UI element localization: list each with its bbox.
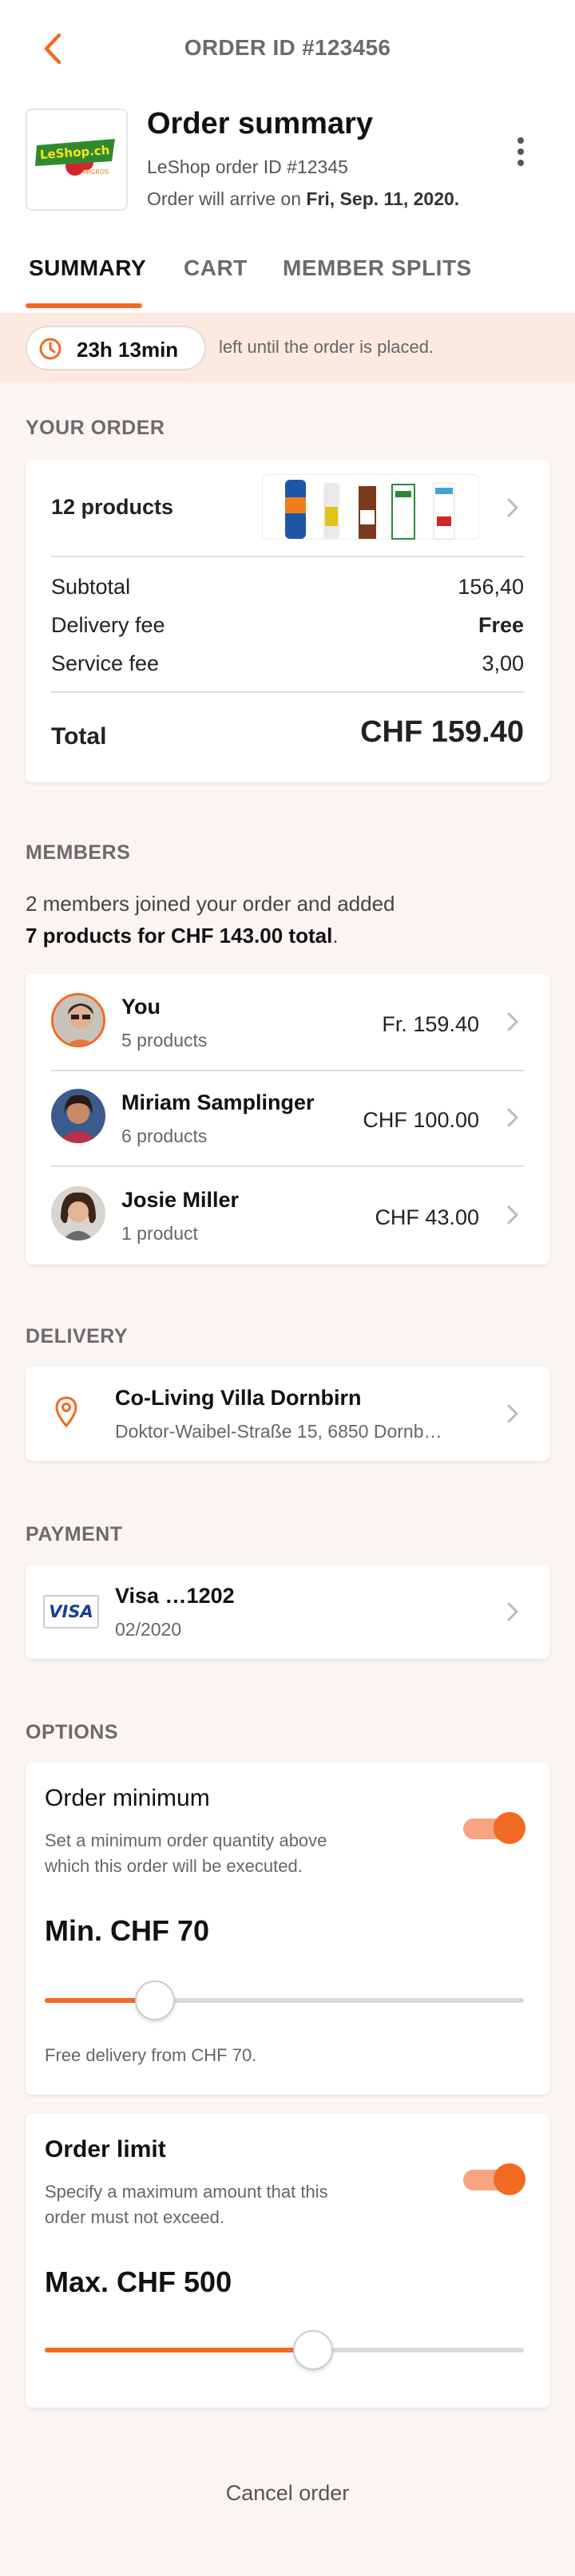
your-order-heading: YOUR ORDER bbox=[26, 417, 165, 439]
chevron-right-icon bbox=[507, 1108, 518, 1127]
visa-icon: VISA bbox=[43, 1595, 99, 1628]
divider bbox=[51, 556, 524, 557]
tab-bar: SUMMARY CART MEMBER SPLITS bbox=[0, 239, 575, 313]
slider-thumb[interactable] bbox=[293, 2330, 333, 2370]
chevron-right-icon bbox=[507, 1012, 518, 1031]
members-summary: 2 members joined your order and added 7 … bbox=[26, 888, 549, 952]
location-pin-icon bbox=[55, 1396, 77, 1428]
delivery-location-name: Co-Living Villa Dornbirn bbox=[115, 1386, 362, 1410]
order-minimum-description-line: which this order will be executed. bbox=[45, 1856, 303, 1876]
members-heading: MEMBERS bbox=[26, 841, 131, 864]
avatar bbox=[51, 1089, 105, 1143]
divider bbox=[51, 691, 524, 693]
clock-icon bbox=[39, 338, 61, 360]
svg-text:MIGROS: MIGROS bbox=[83, 168, 109, 176]
order-minimum-title: Order minimum bbox=[45, 1785, 210, 1811]
delivery-address: Doktor-Waibel-Straße 15, 6850 Dornb… bbox=[115, 1421, 442, 1442]
active-tab-indicator bbox=[26, 303, 142, 308]
member-row-miriam[interactable]: Miriam Samplinger 6 products CHF 100.00 bbox=[26, 1071, 549, 1165]
order-limit-toggle[interactable] bbox=[463, 2163, 525, 2195]
total-label: Total bbox=[51, 723, 107, 750]
delivery-fee-value: Free bbox=[478, 613, 524, 637]
arrival-info: Order will arrive on Fri, Sep. 11, 2020. bbox=[147, 188, 459, 210]
avatar bbox=[51, 1186, 105, 1241]
options-heading: OPTIONS bbox=[26, 1721, 119, 1743]
member-row-you[interactable]: You 5 products Fr. 159.40 bbox=[26, 974, 549, 1070]
order-minimum-card: Order minimum Set a minimum order quanti… bbox=[26, 1763, 549, 2095]
members-card: You 5 products Fr. 159.40 Miriam Samplin… bbox=[26, 974, 549, 1264]
order-card: 12 products Subtotal 156,40 Delivery fee… bbox=[26, 460, 549, 782]
tab-cart[interactable]: CART bbox=[184, 255, 248, 281]
slider-fill bbox=[45, 2348, 313, 2352]
order-limit-slider[interactable] bbox=[45, 2328, 524, 2372]
member-name: Miriam Samplinger bbox=[121, 1090, 315, 1114]
member-amount: CHF 43.00 bbox=[375, 1205, 479, 1229]
total-value: CHF 159.40 bbox=[360, 715, 524, 749]
timer-pill: 23h 13min bbox=[26, 326, 206, 370]
avatar bbox=[51, 993, 105, 1047]
delivery-card[interactable]: Co-Living Villa Dornbirn Doktor-Waibel-S… bbox=[26, 1367, 549, 1461]
chevron-right-icon bbox=[507, 1404, 518, 1423]
order-minimum-description: Set a minimum order quantity above which… bbox=[45, 1828, 396, 1879]
order-limit-title: Order limit bbox=[45, 2136, 166, 2162]
order-id-title: ORDER ID #123456 bbox=[184, 35, 391, 60]
order-minimum-slider[interactable] bbox=[45, 1978, 524, 2023]
order-limit-description-line: Specify a maximum amount that this bbox=[45, 2182, 328, 2202]
product-thumbnails bbox=[262, 474, 479, 540]
member-amount: CHF 100.00 bbox=[363, 1108, 479, 1132]
service-fee-label: Service fee bbox=[51, 651, 160, 675]
member-products: 1 product bbox=[121, 1223, 198, 1244]
chevron-right-icon bbox=[507, 1205, 518, 1225]
chevron-right-icon bbox=[507, 498, 518, 517]
member-amount: Fr. 159.40 bbox=[382, 1012, 479, 1036]
more-vertical-icon bbox=[518, 137, 524, 166]
shop-order-id: LeShop order ID #12345 bbox=[147, 156, 348, 177]
order-minimum-description-line: Set a minimum order quantity above bbox=[45, 1830, 327, 1850]
order-minimum-value: Min. CHF 70 bbox=[45, 1914, 210, 1947]
members-summary-line: 2 members joined your order and added bbox=[26, 892, 395, 916]
timer-value: 23h 13min bbox=[77, 338, 179, 362]
order-minimum-note: Free delivery from CHF 70. bbox=[45, 2045, 257, 2065]
subtotal-value: 156,40 bbox=[458, 575, 524, 599]
shop-logo: LeShop.ch MIGROS bbox=[26, 109, 128, 211]
members-summary-total: 7 products for CHF 143.00 total bbox=[26, 924, 333, 948]
tab-member-splits[interactable]: MEMBER SPLITS bbox=[283, 255, 472, 281]
arrival-date: Fri, Sep. 11, 2020. bbox=[306, 188, 460, 209]
timer-banner: 23h 13min left until the order is placed… bbox=[0, 313, 575, 383]
order-header: LeShop.ch MIGROS Order summary LeShop or… bbox=[0, 99, 575, 227]
member-products: 6 products bbox=[121, 1126, 208, 1146]
order-minimum-toggle[interactable] bbox=[463, 1812, 525, 1844]
delivery-fee-label: Delivery fee bbox=[51, 613, 165, 637]
order-limit-description: Specify a maximum amount that this order… bbox=[45, 2179, 396, 2230]
cancel-order-button[interactable]: Cancel order bbox=[0, 2481, 575, 2506]
page-title: Order summary bbox=[147, 107, 374, 140]
order-limit-card: Order limit Specify a maximum amount tha… bbox=[26, 2114, 549, 2408]
top-bar: ORDER ID #123456 bbox=[0, 0, 575, 99]
member-row-josie[interactable]: Josie Miller 1 product CHF 43.00 bbox=[26, 1167, 549, 1263]
timer-description: left until the order is placed. bbox=[219, 337, 434, 357]
more-options-button[interactable] bbox=[508, 129, 533, 174]
payment-card[interactable]: VISA Visa …1202 02/2020 bbox=[26, 1565, 549, 1659]
card-brand: VISA bbox=[49, 1602, 93, 1621]
member-name: You bbox=[121, 995, 161, 1019]
members-summary-end: . bbox=[332, 924, 339, 948]
tab-summary[interactable]: SUMMARY bbox=[29, 255, 146, 281]
chevron-right-icon bbox=[507, 1602, 518, 1621]
slider-thumb[interactable] bbox=[135, 1980, 175, 2020]
payment-card-expiry: 02/2020 bbox=[115, 1619, 182, 1640]
member-name: Josie Miller bbox=[121, 1188, 240, 1212]
order-limit-value: Max. CHF 500 bbox=[45, 2265, 232, 2298]
subtotal-label: Subtotal bbox=[51, 575, 131, 599]
payment-card-label: Visa …1202 bbox=[115, 1584, 235, 1608]
delivery-heading: DELIVERY bbox=[26, 1325, 129, 1347]
service-fee-value: 3,00 bbox=[482, 651, 524, 675]
payment-heading: PAYMENT bbox=[26, 1523, 123, 1545]
member-products: 5 products bbox=[121, 1030, 208, 1051]
products-count: 12 products bbox=[51, 495, 174, 519]
products-row[interactable]: 12 products bbox=[26, 460, 549, 556]
arrival-prefix: Order will arrive on bbox=[147, 188, 307, 209]
order-limit-description-line: order must not exceed. bbox=[45, 2207, 225, 2227]
